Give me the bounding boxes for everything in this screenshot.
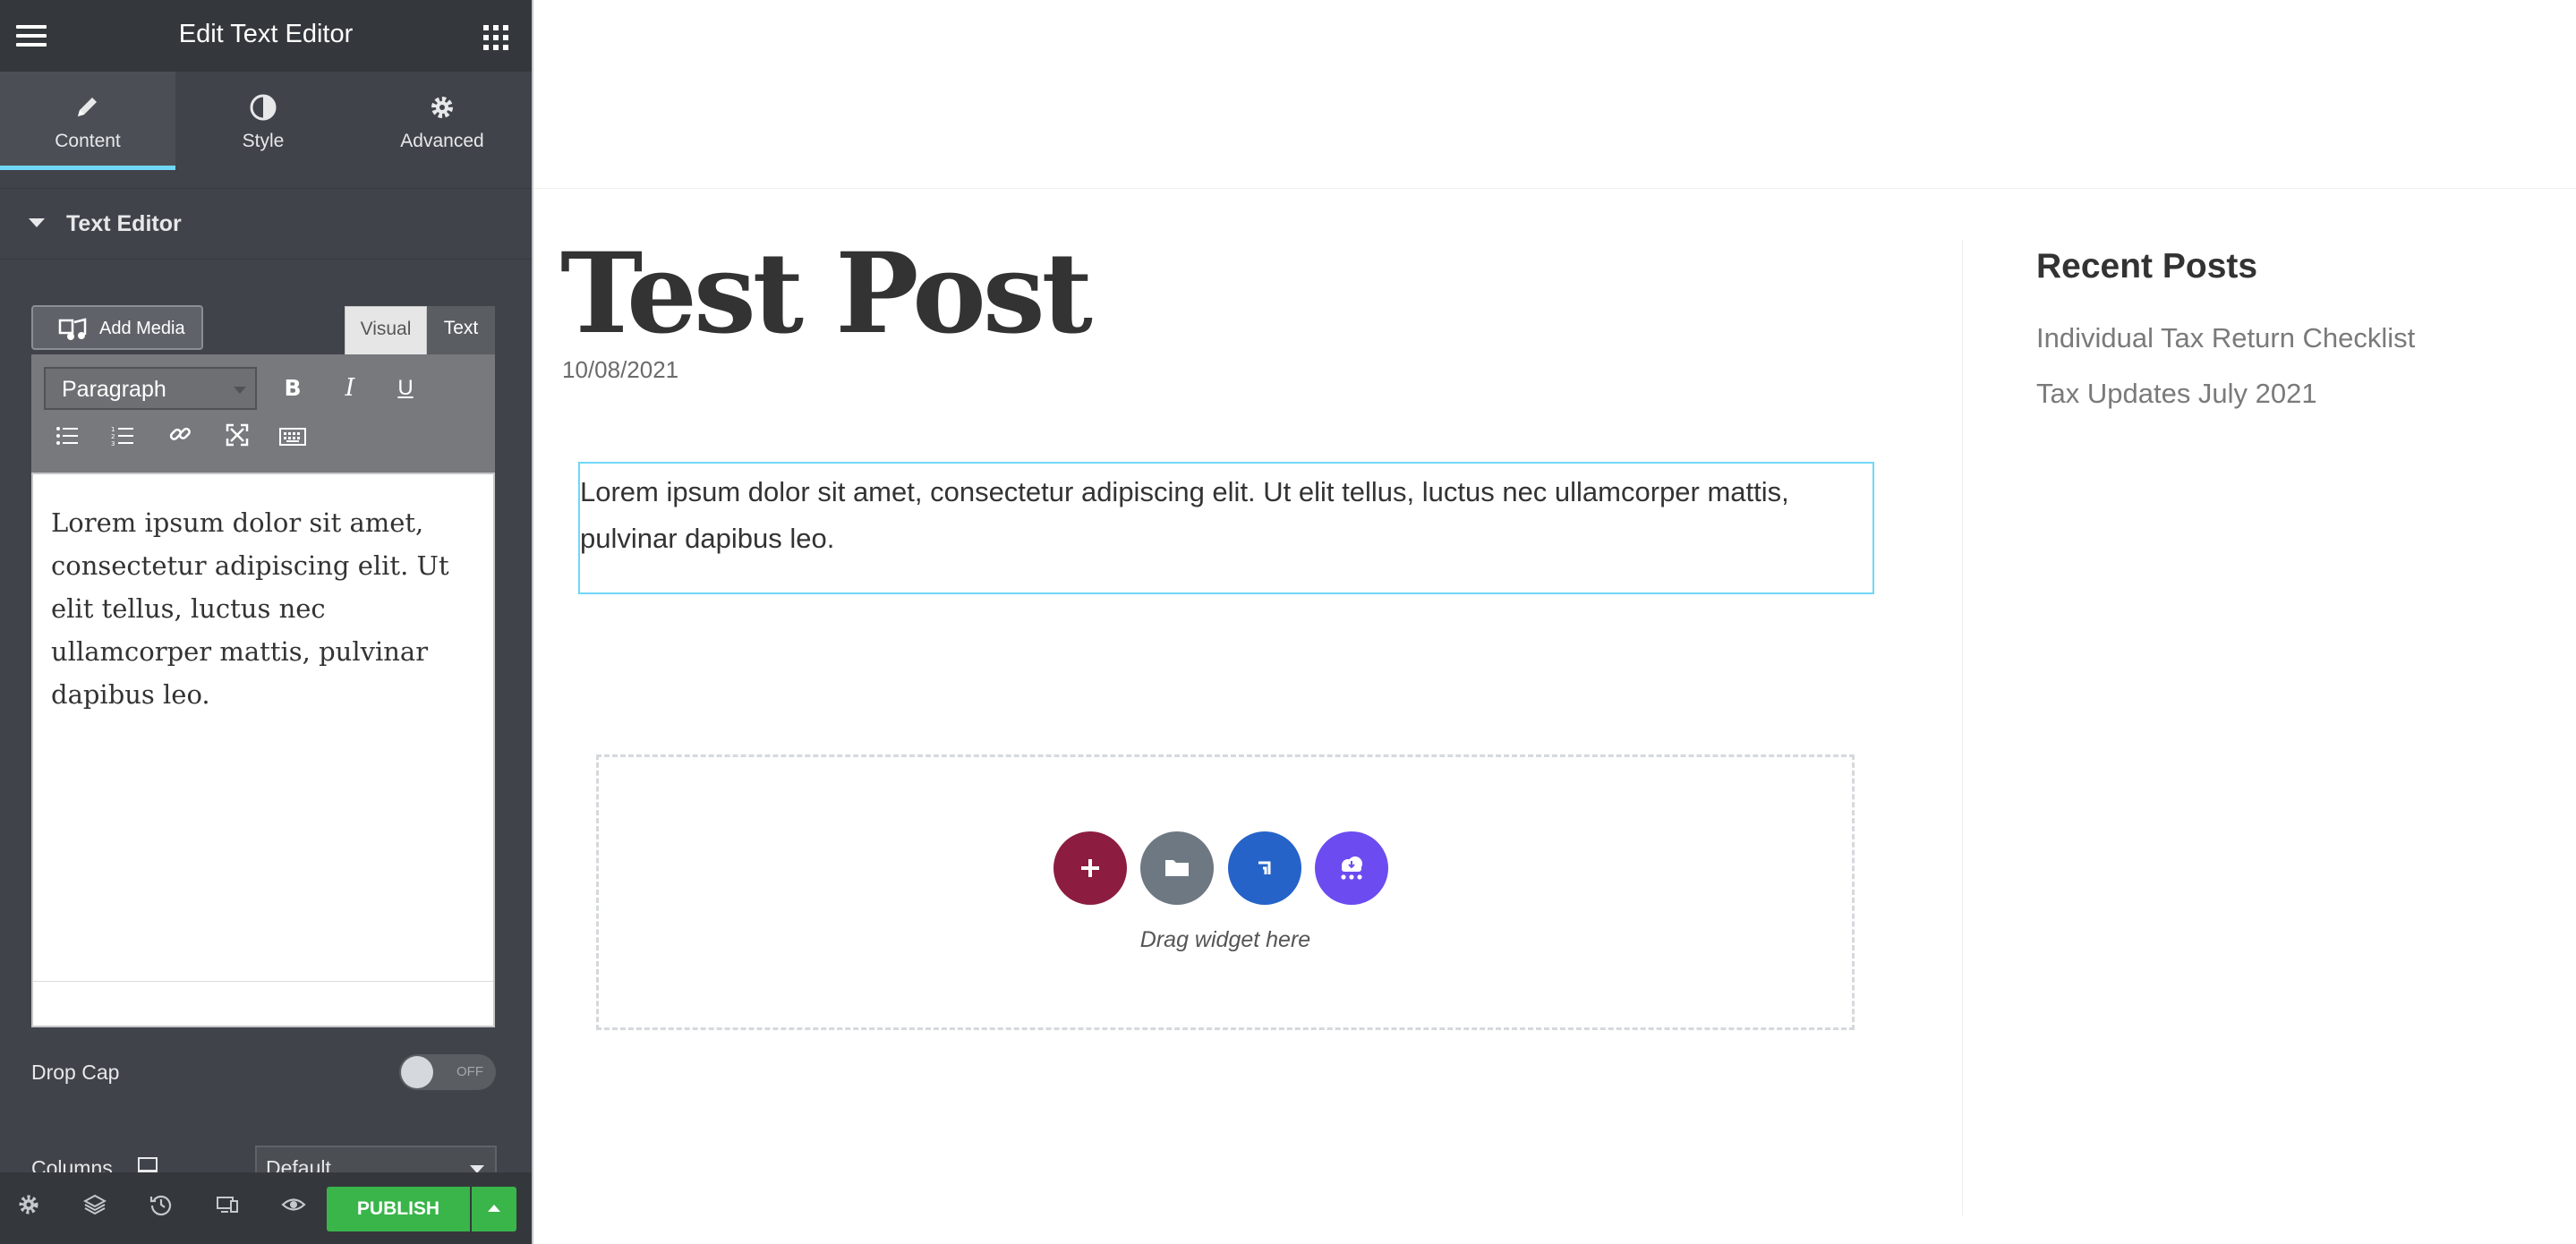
post-title[interactable]: Test Post bbox=[560, 229, 1093, 359]
tab-label: Advanced bbox=[400, 131, 484, 151]
add-section-button[interactable] bbox=[1053, 831, 1127, 905]
responsive-icon[interactable] bbox=[211, 1192, 243, 1224]
tab-content[interactable]: Content bbox=[0, 72, 175, 170]
svg-text:3: 3 bbox=[111, 440, 115, 447]
link-icon[interactable] bbox=[162, 421, 198, 456]
page-preview: Test Post 10/08/2021 Lorem ipsum dolor s… bbox=[532, 0, 2576, 1244]
bullet-list-icon[interactable] bbox=[49, 421, 85, 456]
media-icon bbox=[58, 317, 89, 342]
section-header-text-editor[interactable]: Text Editor bbox=[0, 188, 532, 260]
empty-section-drop-zone[interactable]: Drag widget here bbox=[596, 754, 1855, 1030]
add-media-button[interactable]: Add Media bbox=[31, 305, 203, 350]
editor-toolbar: Paragraph B I U 123 bbox=[31, 354, 495, 473]
recent-post-link[interactable]: Tax Updates July 2021 bbox=[2036, 378, 2317, 410]
gear-icon bbox=[354, 93, 530, 122]
underline-icon[interactable]: U bbox=[388, 371, 423, 406]
toggle-state: OFF bbox=[456, 1064, 483, 1079]
tab-advanced[interactable]: Advanced bbox=[354, 72, 530, 170]
numbered-list-icon[interactable]: 123 bbox=[105, 421, 141, 456]
add-template-button[interactable] bbox=[1140, 831, 1214, 905]
editor-panel: Edit Text Editor Content Style Advanced … bbox=[0, 0, 532, 1244]
preview-eye-icon[interactable] bbox=[277, 1192, 310, 1224]
editor-content-area[interactable]: Lorem ipsum dolor sit amet, consectetur … bbox=[31, 473, 495, 1027]
publish-button[interactable]: PUBLISH bbox=[327, 1187, 470, 1231]
panel-title: Edit Text Editor bbox=[178, 20, 354, 48]
chevron-down-icon bbox=[234, 387, 246, 394]
section-title: Text Editor bbox=[66, 211, 182, 236]
post-date: 10/08/2021 bbox=[562, 356, 679, 383]
history-icon[interactable] bbox=[145, 1192, 177, 1224]
svg-text:2: 2 bbox=[111, 433, 115, 440]
drag-widget-hint: Drag widget here bbox=[1139, 927, 1311, 952]
editor-statusbar bbox=[33, 981, 493, 1026]
envato-kits-button[interactable] bbox=[1228, 831, 1301, 905]
svg-text:1: 1 bbox=[111, 426, 115, 433]
add-media-label: Add Media bbox=[99, 319, 185, 338]
text-tab[interactable]: Text bbox=[427, 306, 495, 354]
publish-options-button[interactable] bbox=[472, 1187, 516, 1231]
drop-cap-toggle[interactable]: OFF bbox=[399, 1054, 496, 1090]
format-select[interactable]: Paragraph bbox=[44, 367, 257, 410]
panel-footer: PUBLISH bbox=[0, 1172, 532, 1244]
cloud-ai-icon bbox=[1341, 856, 1362, 880]
tab-label: Style bbox=[242, 131, 285, 151]
keyboard-icon[interactable] bbox=[275, 421, 311, 456]
caret-down-icon bbox=[29, 218, 45, 227]
drop-cap-label: Drop Cap bbox=[31, 1061, 120, 1084]
header-divider bbox=[533, 188, 2576, 189]
recent-posts-title: Recent Posts bbox=[2036, 247, 2258, 285]
half-circle-icon bbox=[175, 93, 351, 122]
visual-tab[interactable]: Visual bbox=[345, 306, 427, 354]
pencil-icon bbox=[0, 93, 175, 122]
desktop-icon[interactable] bbox=[138, 1157, 158, 1173]
fullscreen-icon[interactable] bbox=[219, 421, 255, 456]
format-select-value: Paragraph bbox=[62, 377, 166, 402]
caret-up-icon bbox=[488, 1205, 500, 1212]
ai-cloud-button[interactable] bbox=[1315, 831, 1388, 905]
plus-icon bbox=[1081, 859, 1099, 877]
italic-icon[interactable]: I bbox=[332, 371, 368, 406]
panel-tabs: Content Style Advanced bbox=[0, 72, 532, 170]
panel-header: Edit Text Editor bbox=[0, 0, 532, 72]
sidebar-divider bbox=[1962, 240, 1963, 1215]
folder-icon bbox=[1165, 860, 1189, 876]
tab-label: Content bbox=[55, 131, 121, 151]
widgets-grid-icon[interactable] bbox=[483, 25, 508, 50]
editor-text[interactable]: Lorem ipsum dolor sit amet, consectetur … bbox=[51, 501, 481, 716]
layers-icon[interactable] bbox=[79, 1192, 111, 1224]
tab-style[interactable]: Style bbox=[175, 72, 351, 170]
text-widget-content: Lorem ipsum dolor sit amet, consectetur … bbox=[580, 476, 1789, 554]
text-editor-widget[interactable]: Lorem ipsum dolor sit amet, consectetur … bbox=[578, 462, 1874, 594]
toggle-knob bbox=[401, 1056, 433, 1088]
envato-icon bbox=[1258, 861, 1271, 874]
settings-icon[interactable] bbox=[13, 1192, 45, 1224]
recent-post-link[interactable]: Individual Tax Return Checklist bbox=[2036, 322, 2415, 354]
bold-icon[interactable]: B bbox=[275, 371, 311, 406]
